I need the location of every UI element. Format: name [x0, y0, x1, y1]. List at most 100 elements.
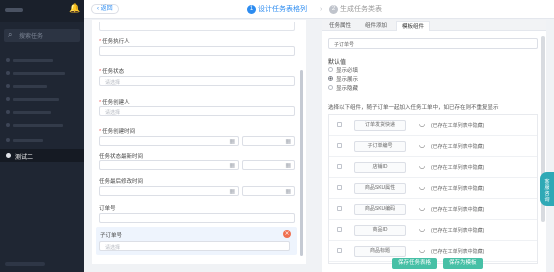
- scrollbar[interactable]: [300, 70, 303, 256]
- tab-add-component[interactable]: 组件添加: [358, 21, 394, 31]
- sidebar-header: 🔔: [0, 0, 84, 22]
- back-button[interactable]: ‹ 返回: [91, 4, 119, 14]
- time-input[interactable]: ▦: [242, 136, 295, 146]
- app-window: 🔔 ⌕ 搜索任务 测试二 ‹ 返回 1 设计任务表格列 › 2 生成任务类表 *任: [0, 0, 554, 272]
- eye-closed-icon[interactable]: ◡: [419, 162, 425, 171]
- sidebar-footer: [5, 262, 45, 266]
- field-label: *任务创建人: [99, 100, 130, 106]
- step-2-label: 生成任务类表: [340, 6, 382, 13]
- time-input[interactable]: ▦: [242, 160, 295, 170]
- component-name: 商品ID: [354, 225, 406, 236]
- sidebar-item[interactable]: [0, 81, 84, 91]
- checkbox[interactable]: [337, 143, 342, 148]
- component-note: (已存在工单列表中隐藏): [431, 123, 485, 129]
- checkbox[interactable]: [337, 185, 342, 190]
- eye-closed-icon[interactable]: ◡: [419, 225, 425, 234]
- calendar-icon: ▦: [285, 188, 291, 195]
- date-input[interactable]: ▦: [99, 136, 239, 146]
- component-note: (已存在工单列表中隐藏): [431, 186, 485, 192]
- sidebar-item[interactable]: [0, 55, 84, 65]
- field-name-value: 子订单号: [334, 42, 355, 48]
- date-input[interactable]: ▦: [99, 186, 239, 196]
- tab-template-component[interactable]: 模板组件: [396, 21, 430, 31]
- save-as-template-button[interactable]: 保存为模板: [443, 258, 483, 269]
- list-item[interactable]: 子订单编号 ◡ (已存在工单列表中隐藏): [329, 137, 537, 157]
- step-1[interactable]: 1 设计任务表格列: [247, 4, 307, 15]
- delete-icon[interactable]: ×: [283, 230, 291, 238]
- step-2[interactable]: 2 生成任务类表: [329, 4, 382, 15]
- component-note: (已存在工单列表中隐藏): [431, 207, 485, 213]
- field-input[interactable]: [99, 22, 295, 31]
- list-item[interactable]: 商品SKU编码 ◡ (已存在工单列表中隐藏): [329, 200, 537, 220]
- option-show[interactable]: 显示展示: [328, 76, 358, 84]
- checkbox[interactable]: [337, 206, 342, 211]
- component-name: 店铺ID: [354, 162, 406, 173]
- field-label: 订单号: [99, 206, 116, 212]
- field-label: 任务状态最新时间: [99, 154, 144, 160]
- order-number-input[interactable]: [99, 213, 295, 223]
- customer-service-label: 客服咨询: [544, 179, 550, 203]
- sub-order-select[interactable]: 请选择: [99, 241, 290, 251]
- eye-closed-icon[interactable]: ◡: [419, 204, 425, 213]
- customer-service-button[interactable]: 客服咨询: [540, 172, 554, 206]
- calendar-icon: ▦: [285, 162, 291, 169]
- date-input[interactable]: ▦: [99, 160, 239, 170]
- sidebar-item[interactable]: [0, 68, 84, 78]
- field-name-input[interactable]: 子订单号: [328, 38, 538, 49]
- tab-task-properties[interactable]: 任务属性: [324, 21, 356, 31]
- back-label: 返回: [100, 6, 113, 12]
- bell-icon[interactable]: 🔔: [69, 5, 80, 14]
- component-note: (已存在工单列表中隐藏): [431, 249, 485, 255]
- logo-placeholder: [5, 8, 23, 12]
- eye-closed-icon[interactable]: ◡: [419, 183, 425, 192]
- sidebar-item[interactable]: [0, 135, 84, 145]
- list-item[interactable]: 店铺ID ◡ (已存在工单列表中隐藏): [329, 158, 537, 178]
- component-name: 子订单编号: [354, 141, 406, 152]
- calendar-icon: ▦: [229, 138, 235, 145]
- field-input[interactable]: [99, 46, 295, 56]
- step-1-label: 设计任务表格列: [258, 6, 307, 13]
- eye-closed-icon[interactable]: ◡: [419, 120, 425, 129]
- status-dot-icon: [6, 153, 11, 158]
- save-table-button[interactable]: 保存任务表格: [392, 258, 438, 269]
- sidebar-search[interactable]: ⌕ 搜索任务: [4, 29, 80, 42]
- component-name: 商品标题: [354, 246, 406, 257]
- field-label: *任务执行人: [99, 39, 130, 45]
- list-item[interactable]: 商品SKU属性 ◡ (已存在工单列表中隐藏): [329, 179, 537, 199]
- sidebar-item[interactable]: [0, 94, 84, 104]
- list-item[interactable]: 订单发货快递 ◡ (已存在工单列表中隐藏): [329, 116, 537, 136]
- calendar-icon: ▦: [229, 188, 235, 195]
- sidebar-item[interactable]: [0, 120, 84, 130]
- selected-field-group[interactable]: 子订单号 × 请选择: [96, 227, 297, 255]
- field-label: 子订单号: [100, 233, 123, 239]
- time-input[interactable]: ▦: [242, 186, 295, 196]
- sidebar-item[interactable]: [0, 107, 84, 117]
- sidebar: 🔔 ⌕ 搜索任务 测试二: [0, 0, 84, 272]
- settings-panel: 任务属性 组件添加 模板组件 子订单号 默认值 显示必填 显示展示 显示隐藏 选…: [322, 20, 546, 272]
- component-hint: 选择以下组件，随子订单一起加入任务工单中，如已存在则不重复显示: [328, 105, 499, 111]
- option-hide[interactable]: 显示隐藏: [328, 85, 358, 93]
- checkbox[interactable]: [337, 248, 342, 253]
- step-1-number: 1: [247, 5, 256, 14]
- calendar-icon: ▦: [229, 162, 235, 169]
- field-label: *任务状态: [99, 69, 125, 75]
- checkbox[interactable]: [337, 164, 342, 169]
- default-value-title: 默认值: [328, 60, 347, 66]
- component-note: (已存在工单列表中隐藏): [431, 165, 485, 171]
- sidebar-item-active[interactable]: 测试二: [0, 149, 84, 162]
- step-separator-icon: ›: [320, 6, 323, 13]
- eye-closed-icon[interactable]: ◡: [419, 141, 425, 150]
- sidebar-search-placeholder: 搜索任务: [19, 34, 44, 40]
- field-select[interactable]: 请选择: [99, 106, 295, 116]
- sidebar-item-label: 测试二: [15, 155, 34, 161]
- list-item[interactable]: 商品ID ◡ (已存在工单列表中隐藏): [329, 221, 537, 241]
- calendar-icon: ▦: [285, 138, 291, 145]
- component-name: 订单发货快递: [354, 120, 406, 131]
- field-label: *任务创建时间: [99, 129, 136, 135]
- component-list: 订单发货快递 ◡ (已存在工单列表中隐藏) 子订单编号 ◡ (已存在工单列表中隐藏) 店…: [328, 114, 538, 264]
- eye-closed-icon[interactable]: ◡: [419, 246, 425, 255]
- field-select[interactable]: 请选择: [99, 76, 295, 86]
- option-required[interactable]: 显示必填: [328, 67, 358, 75]
- checkbox[interactable]: [337, 227, 342, 232]
- checkbox[interactable]: [337, 122, 342, 127]
